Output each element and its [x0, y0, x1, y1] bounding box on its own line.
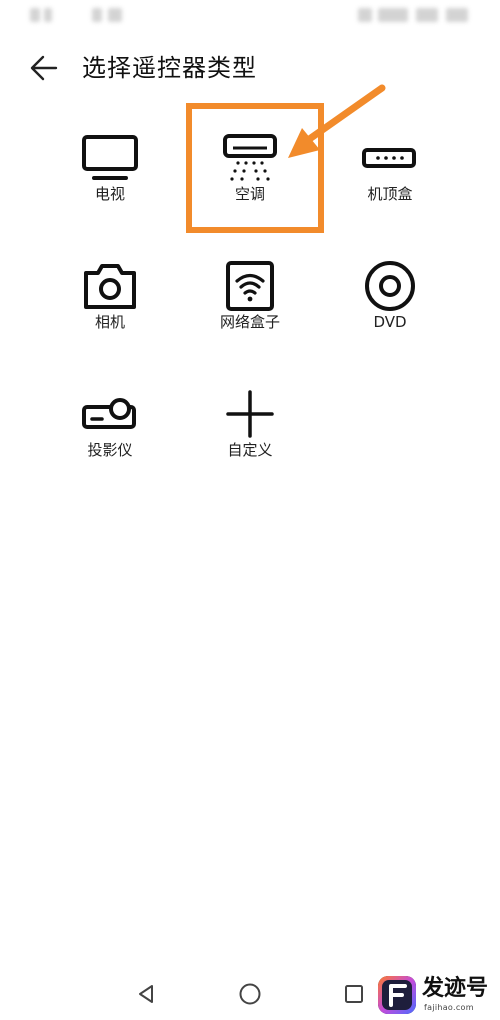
page-title: 选择遥控器类型	[82, 54, 257, 82]
app-header: 选择遥控器类型	[0, 40, 500, 96]
status-blur	[378, 8, 408, 22]
status-bar	[0, 0, 500, 36]
device-air-conditioner[interactable]: 空调	[180, 128, 320, 228]
device-label: 投影仪	[87, 441, 133, 459]
device-set-top-box[interactable]: 机顶盒	[320, 128, 460, 228]
wifi-box-icon	[218, 256, 282, 316]
back-button[interactable]	[24, 50, 64, 86]
watermark-name: 发迹号	[422, 976, 489, 1001]
device-dvd[interactable]: DVD	[320, 256, 460, 356]
status-blur	[30, 8, 40, 22]
watermark-site: fajihao.com	[424, 1003, 474, 1012]
arrow-left-icon	[30, 55, 58, 81]
device-camera[interactable]: 相机	[40, 256, 180, 356]
nav-back-button[interactable]	[132, 980, 160, 1008]
watermark: 发迹号 fajihao.com	[372, 970, 500, 1020]
square-recents-icon	[345, 985, 363, 1003]
status-blur	[108, 8, 122, 22]
device-label: DVD	[373, 313, 407, 331]
status-blur	[92, 8, 102, 22]
device-label: 相机	[94, 313, 125, 331]
disc-icon	[358, 256, 422, 316]
device-network-box[interactable]: 网络盒子	[180, 256, 320, 356]
set-top-box-icon	[358, 128, 422, 188]
device-label: 空调	[234, 185, 265, 203]
status-blur	[446, 8, 468, 22]
nav-home-button[interactable]	[236, 980, 264, 1008]
device-label: 网络盒子	[219, 313, 280, 331]
plus-icon	[218, 384, 282, 444]
status-blur	[416, 8, 438, 22]
circle-home-icon	[239, 983, 261, 1005]
camera-icon	[78, 256, 142, 316]
tv-icon	[78, 128, 142, 188]
nav-recents-button[interactable]	[340, 980, 368, 1008]
device-tv[interactable]: 电视	[40, 128, 180, 228]
air-conditioner-icon	[218, 128, 282, 188]
status-blur	[358, 8, 372, 22]
status-blur	[44, 8, 52, 22]
device-projector[interactable]: 投影仪	[40, 384, 180, 484]
device-custom[interactable]: 自定义	[180, 384, 320, 484]
projector-icon	[78, 384, 142, 444]
triangle-back-icon	[139, 985, 153, 1003]
device-label: 自定义	[227, 441, 273, 459]
device-label: 电视	[94, 185, 125, 203]
watermark-logo-icon	[378, 976, 416, 1014]
device-label: 机顶盒	[367, 185, 413, 203]
